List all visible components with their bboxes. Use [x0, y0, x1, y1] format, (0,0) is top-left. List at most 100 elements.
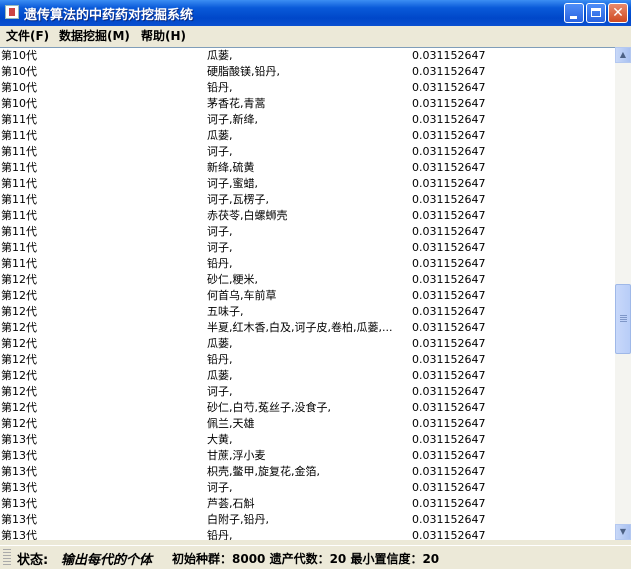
scroll-thumb[interactable]: [615, 284, 631, 354]
generation-cell: 第11代: [1, 241, 37, 254]
app-icon[interactable]: [5, 5, 19, 19]
support-value-cell: 0.031152647: [412, 193, 486, 206]
list-row[interactable]: 第11代 赤茯苓,白螺蛳壳 0.031152647: [0, 208, 615, 224]
herbs-cell: 诃子,: [207, 385, 233, 398]
support-value-cell: 0.031152647: [412, 417, 486, 430]
list-row[interactable]: 第10代 硬脂酸镁,铅丹, 0.031152647: [0, 64, 615, 80]
minimize-button[interactable]: [564, 3, 584, 23]
menu-file[interactable]: 文件(F): [6, 28, 49, 44]
herbs-cell: 新绛,硫黄: [207, 161, 255, 174]
list-row[interactable]: 第13代 甘蔗,浮小麦 0.031152647: [0, 448, 615, 464]
herbs-cell: 铅丹,: [207, 529, 233, 540]
herbs-cell: 铅丹,: [207, 257, 233, 270]
herbs-cell: 半夏,红木香,白及,诃子皮,卷柏,瓜蒌,...: [207, 321, 393, 334]
list-row[interactable]: 第12代 砂仁,粳米, 0.031152647: [0, 272, 615, 288]
generation-cell: 第13代: [1, 465, 37, 478]
list-row[interactable]: 第11代 诃子, 0.031152647: [0, 240, 615, 256]
herbs-cell: 硬脂酸镁,铅丹,: [207, 65, 280, 78]
results-list[interactable]: 第10代 瓜蒌, 0.031152647 第10代 硬脂酸镁,铅丹, 0.03115264…: [0, 47, 615, 540]
title-bar[interactable]: 遗传算法的中药药对挖掘系统 ✕: [0, 0, 631, 26]
support-value-cell: 0.031152647: [412, 241, 486, 254]
generation-cell: 第13代: [1, 497, 37, 510]
menu-data-mining[interactable]: 数据挖掘(M): [59, 28, 130, 44]
scroll-up-button[interactable]: ▲: [615, 47, 631, 63]
herbs-cell: 诃子,蜜蜡,: [207, 177, 258, 190]
status-label: 状态:: [17, 553, 49, 568]
list-row[interactable]: 第12代 瓜蒌, 0.031152647: [0, 336, 615, 352]
list-row[interactable]: 第11代 诃子,瓦楞子, 0.031152647: [0, 192, 615, 208]
herbs-cell: 诃子,新绛,: [207, 113, 258, 126]
list-row[interactable]: 第12代 五味子, 0.031152647: [0, 304, 615, 320]
herbs-cell: 白附子,铅丹,: [207, 513, 269, 526]
list-row[interactable]: 第13代 铅丹, 0.031152647: [0, 528, 615, 540]
menu-help[interactable]: 帮助(H): [141, 28, 186, 44]
support-value-cell: 0.031152647: [412, 449, 486, 462]
herbs-cell: 茅香花,青蒿: [207, 97, 266, 110]
generation-cell: 第12代: [1, 401, 37, 414]
generation-cell: 第12代: [1, 369, 37, 382]
vertical-scrollbar[interactable]: ▲ ▼: [615, 47, 631, 540]
list-row[interactable]: 第11代 诃子,蜜蜡, 0.031152647: [0, 176, 615, 192]
status-info: 初始种群：8000 遗产代数：20 最小置信度：20: [172, 552, 440, 566]
list-row[interactable]: 第12代 砂仁,白芍,菟丝子,没食子, 0.031152647: [0, 400, 615, 416]
generation-cell: 第11代: [1, 145, 37, 158]
list-row[interactable]: 第12代 何首乌,车前草 0.031152647: [0, 288, 615, 304]
list-row[interactable]: 第12代 诃子, 0.031152647: [0, 384, 615, 400]
list-row[interactable]: 第11代 诃子,新绛, 0.031152647: [0, 112, 615, 128]
grip-line: [620, 317, 627, 318]
list-row[interactable]: 第13代 大黄, 0.031152647: [0, 432, 615, 448]
list-row[interactable]: 第10代 铅丹, 0.031152647: [0, 80, 615, 96]
generation-cell: 第11代: [1, 193, 37, 206]
support-value-cell: 0.031152647: [412, 513, 486, 526]
maximize-button[interactable]: [586, 3, 606, 23]
generation-cell: 第13代: [1, 529, 37, 540]
list-row[interactable]: 第13代 芦荟,石斛 0.031152647: [0, 496, 615, 512]
generation-cell: 第12代: [1, 385, 37, 398]
list-row[interactable]: 第11代 瓜蒌, 0.031152647: [0, 128, 615, 144]
scroll-up-icon: ▲: [619, 50, 627, 59]
list-row[interactable]: 第13代 诃子, 0.031152647: [0, 480, 615, 496]
list-row[interactable]: 第10代 茅香花,青蒿 0.031152647: [0, 96, 615, 112]
generation-cell: 第10代: [1, 97, 37, 110]
herbs-cell: 芦荟,石斛: [207, 497, 255, 510]
list-row[interactable]: 第13代 白附子,铅丹, 0.031152647: [0, 512, 615, 528]
support-value-cell: 0.031152647: [412, 369, 486, 382]
generation-cell: 第11代: [1, 129, 37, 142]
list-row[interactable]: 第12代 半夏,红木香,白及,诃子皮,卷柏,瓜蒌,... 0.031152647: [0, 320, 615, 336]
herbs-cell: 诃子,瓦楞子,: [207, 193, 269, 206]
list-row[interactable]: 第12代 佩兰,天雄 0.031152647: [0, 416, 615, 432]
support-value-cell: 0.031152647: [412, 289, 486, 302]
window-title: 遗传算法的中药药对挖掘系统: [24, 8, 194, 23]
list-row[interactable]: 第11代 铅丹, 0.031152647: [0, 256, 615, 272]
generation-cell: 第13代: [1, 481, 37, 494]
list-row[interactable]: 第11代 诃子, 0.031152647: [0, 224, 615, 240]
list-row[interactable]: 第12代 瓜蒌, 0.031152647: [0, 368, 615, 384]
generation-cell: 第13代: [1, 513, 37, 526]
list-row[interactable]: 第13代 枳壳,鳖甲,旋复花,金箔, 0.031152647: [0, 464, 615, 480]
generation-cell: 第10代: [1, 49, 37, 62]
support-value-cell: 0.031152647: [412, 321, 486, 334]
generation-cell: 第12代: [1, 353, 37, 366]
generation-cell: 第12代: [1, 417, 37, 430]
generation-cell: 第13代: [1, 433, 37, 446]
herbs-cell: 何首乌,车前草: [207, 289, 277, 302]
support-value-cell: 0.031152647: [412, 353, 486, 366]
herbs-cell: 诃子,: [207, 481, 233, 494]
herbs-cell: 大黄,: [207, 433, 233, 446]
close-button[interactable]: ✕: [608, 3, 628, 23]
support-value-cell: 0.031152647: [412, 529, 486, 540]
status-text: 输出每代的个体: [61, 553, 153, 568]
scroll-down-button[interactable]: ▼: [615, 524, 631, 540]
support-value-cell: 0.031152647: [412, 433, 486, 446]
list-row[interactable]: 第11代 新绛,硫黄 0.031152647: [0, 160, 615, 176]
list-row[interactable]: 第12代 铅丹, 0.031152647: [0, 352, 615, 368]
support-value-cell: 0.031152647: [412, 209, 486, 222]
herbs-cell: 诃子,: [207, 225, 233, 238]
herbs-cell: 枳壳,鳖甲,旋复花,金箔,: [207, 465, 320, 478]
list-row[interactable]: 第10代 瓜蒌, 0.031152647: [0, 48, 615, 64]
minimize-icon: [570, 16, 577, 19]
support-value-cell: 0.031152647: [412, 161, 486, 174]
support-value-cell: 0.031152647: [412, 81, 486, 94]
herbs-cell: 佩兰,天雄: [207, 417, 255, 430]
list-row[interactable]: 第11代 诃子, 0.031152647: [0, 144, 615, 160]
